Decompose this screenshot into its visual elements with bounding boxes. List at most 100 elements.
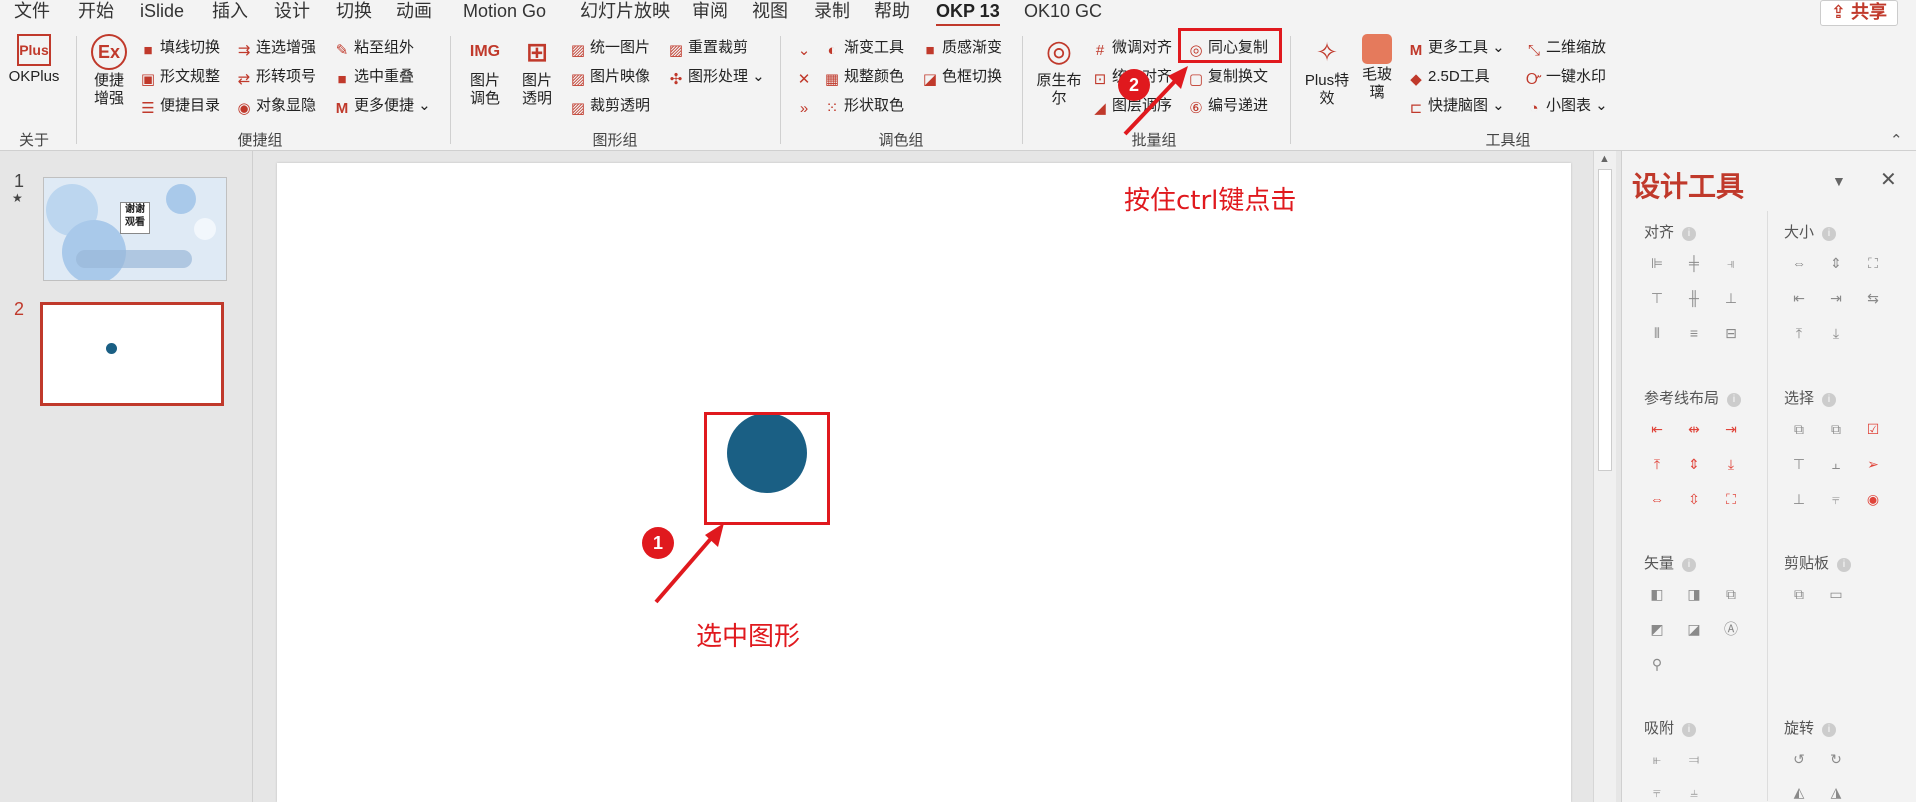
scroll-up-icon[interactable]: ▲: [1599, 153, 1610, 165]
maoboli-button[interactable]: 毛玻璃: [1356, 34, 1398, 102]
scroll-thumb[interactable]: [1598, 169, 1612, 471]
flip-h-icon[interactable]: ◭: [1790, 783, 1808, 801]
yuansheng-buer-button[interactable]: ◎ 原生布尔: [1034, 34, 1084, 108]
tab-okp13[interactable]: OKP 13: [936, 0, 1000, 27]
select-middle-icon[interactable]: ⫠: [1827, 455, 1845, 473]
tuxing-chuli-button[interactable]: ✣ 图形处理 ⌄: [668, 68, 765, 88]
same-width-icon[interactable]: ⇔: [1790, 254, 1808, 272]
tab-islide[interactable]: iSlide: [140, 0, 184, 24]
select-check-icon[interactable]: ☑: [1864, 420, 1882, 438]
distribute-h-icon[interactable]: ⦀: [1648, 324, 1666, 342]
guide-center-h-icon[interactable]: ⇹: [1685, 420, 1703, 438]
union-icon[interactable]: ◧: [1648, 585, 1666, 603]
select-bottom-icon[interactable]: ⊥: [1790, 490, 1808, 508]
info-icon[interactable]: i: [1682, 723, 1697, 737]
tongyi-tupian-button[interactable]: ▨ 统一图片: [570, 39, 650, 59]
bianjie-mulu-button[interactable]: ☰ 便捷目录: [140, 97, 220, 117]
guide-right-icon[interactable]: ⇥: [1722, 420, 1740, 438]
share-button[interactable]: ⇪ 共享: [1819, 0, 1898, 26]
snap-right-icon[interactable]: ⫤: [1685, 750, 1703, 768]
slide-thumb-2[interactable]: [40, 302, 224, 406]
info-icon[interactable]: i: [1837, 558, 1852, 572]
chongzhi-caijian-button[interactable]: ▨ 重置裁剪: [668, 39, 748, 59]
fragment-icon[interactable]: ⧉: [1722, 585, 1740, 603]
tab-insert[interactable]: 插入: [212, 0, 248, 24]
align-bottom-icon[interactable]: ⊥: [1722, 289, 1740, 307]
guide-height-icon[interactable]: ⇳: [1685, 490, 1703, 508]
plus-texiao-button[interactable]: ✧ Plus特效: [1300, 34, 1354, 108]
flip-v-icon[interactable]: ◮: [1827, 783, 1845, 801]
zhigan-jianbian-button[interactable]: ■ 质感渐变: [922, 39, 1002, 59]
info-icon[interactable]: i: [1822, 227, 1837, 241]
erwei-suofang-button[interactable]: ⤡ 二维缩放: [1526, 39, 1606, 59]
gengduo-gongju-button[interactable]: M 更多工具 ⌄: [1408, 39, 1505, 59]
subtract-icon[interactable]: ◪: [1685, 620, 1703, 638]
select-top-icon[interactable]: ⊤: [1790, 455, 1808, 473]
sekuang-qiehuan-button[interactable]: ◪ 色框切换: [922, 68, 1002, 88]
snap-bottom-icon[interactable]: ⫨: [1685, 783, 1703, 801]
tab-motion-go[interactable]: Motion Go: [463, 0, 546, 24]
text-box-icon[interactable]: Ⓐ: [1722, 620, 1740, 638]
chevrons-right-icon[interactable]: »: [796, 97, 816, 117]
swap-size-icon[interactable]: ⇆: [1864, 289, 1882, 307]
guide-left-icon[interactable]: ⇤: [1648, 420, 1666, 438]
fuzhi-huanwen-button[interactable]: ▢ 复制换文: [1188, 68, 1268, 88]
stretch-left-icon[interactable]: ⇤: [1790, 289, 1808, 307]
weitiao-duiqi-button[interactable]: # 微调对齐: [1092, 39, 1172, 59]
caijian-touming-button[interactable]: ▨ 裁剪透明: [570, 97, 650, 117]
copy-icon[interactable]: ⧉: [1790, 585, 1808, 603]
close-icon[interactable]: ✕: [1880, 167, 1897, 192]
guide-frame-icon[interactable]: ⛶: [1722, 490, 1740, 508]
yijian-shuiyin-button[interactable]: Ꮕ 一键水印: [1526, 68, 1606, 88]
bianhao-dijin-button[interactable]: ⑥ 编号递进: [1188, 97, 1268, 117]
select-filter-icon[interactable]: ⫧: [1827, 490, 1845, 508]
info-icon[interactable]: i: [1682, 227, 1697, 241]
same-height-icon[interactable]: ⇕: [1827, 254, 1845, 272]
tab-transitions[interactable]: 切换: [336, 0, 372, 24]
align-left-icon[interactable]: ⊫: [1648, 254, 1666, 272]
guide-width-icon[interactable]: ⇔: [1648, 490, 1666, 508]
combine-icon[interactable]: ◨: [1685, 585, 1703, 603]
select-similar-icon[interactable]: ⧉: [1827, 420, 1845, 438]
tupian-tiaose-button[interactable]: IMG 图片调色: [462, 34, 508, 108]
tupian-touming-button[interactable]: ⊞ 图片透明: [514, 34, 560, 108]
distribute-v-icon[interactable]: ≡: [1685, 324, 1703, 342]
snap-left-icon[interactable]: ⫦: [1648, 750, 1666, 768]
duixiang-xianyin-button[interactable]: ◉ 对象显隐: [236, 97, 316, 117]
guide-bottom-icon[interactable]: ⤓: [1722, 455, 1740, 473]
tab-review[interactable]: 审阅: [692, 0, 728, 24]
chevrons-down-icon[interactable]: ⌄: [796, 39, 816, 59]
tab-animations[interactable]: 动画: [396, 0, 432, 24]
stretch-right-icon[interactable]: ⇥: [1827, 289, 1845, 307]
info-icon[interactable]: i: [1727, 393, 1742, 407]
xingzhuang-quse-button[interactable]: ⁙ 形状取色: [824, 97, 904, 117]
tab-slideshow[interactable]: 幻灯片放映: [580, 0, 670, 24]
jianbian-gongju-button[interactable]: ◐ 渐变工具: [824, 39, 904, 59]
stretch-top-icon[interactable]: ⤒: [1790, 324, 1808, 342]
tab-help[interactable]: 帮助: [874, 0, 910, 24]
align-top-icon[interactable]: ⊤: [1648, 289, 1666, 307]
guizheng-yanse-button[interactable]: ▦ 规整颜色: [824, 68, 904, 88]
pane-menu-icon[interactable]: ▼: [1832, 173, 1846, 189]
select-cursor-icon[interactable]: ➢: [1864, 455, 1882, 473]
guide-top-icon[interactable]: ⤒: [1648, 455, 1666, 473]
info-icon[interactable]: i: [1822, 723, 1837, 737]
zhanzhi-zuwai-button[interactable]: ✎ 粘至组外: [334, 39, 414, 59]
bianjie-zengqiang-button[interactable]: Ex 便捷增强: [86, 34, 132, 108]
edit-points-icon[interactable]: ⚲: [1648, 655, 1666, 673]
tupian-yingxiang-button[interactable]: ▨ 图片映像: [570, 68, 650, 88]
stretch-bottom-icon[interactable]: ⤓: [1827, 324, 1845, 342]
vertical-scrollbar[interactable]: ▲: [1593, 151, 1616, 802]
eye-icon[interactable]: ◉: [1864, 490, 1882, 508]
tab-ok10gc[interactable]: OK10 GC: [1024, 0, 1102, 24]
okplus-button[interactable]: Plus OKPlus: [8, 34, 60, 86]
tab-file[interactable]: 文件: [14, 0, 50, 24]
tab-view[interactable]: 视图: [752, 0, 788, 24]
slide-canvas[interactable]: [277, 163, 1571, 802]
rotate-left-icon[interactable]: ↺: [1790, 750, 1808, 768]
snap-top-icon[interactable]: ⫧: [1648, 783, 1666, 801]
gengduo-bianjie-button[interactable]: M 更多便捷 ⌄: [334, 97, 431, 117]
xuanzhong-chongdie-button[interactable]: ■ 选中重叠: [334, 68, 414, 88]
xingwen-guizheng-button[interactable]: ▣ 形文规整: [140, 68, 220, 88]
tab-home[interactable]: 开始: [78, 0, 114, 24]
